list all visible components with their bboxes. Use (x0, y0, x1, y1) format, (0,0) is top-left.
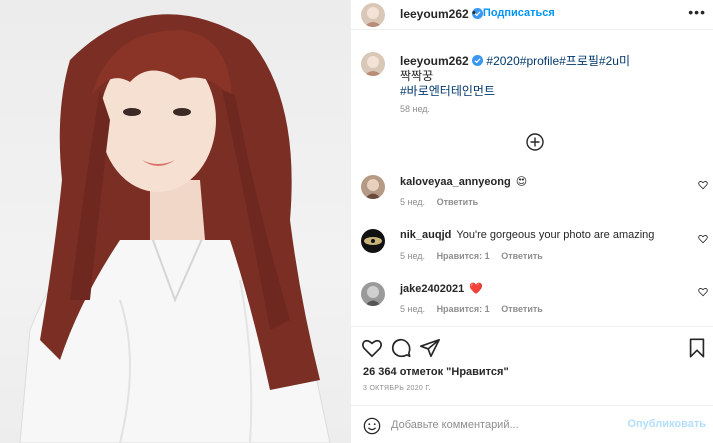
post-viewer: leeyoum262 • Подписаться ••• leeyoum262 … (0, 0, 713, 443)
post-header: leeyoum262 • Подписаться ••• (351, 0, 713, 30)
reply-button[interactable]: Ответить (501, 304, 543, 314)
share-send-icon[interactable] (419, 337, 441, 359)
comment-username[interactable]: nik_auqjd (400, 229, 451, 241)
comment-text: 😍 (515, 176, 528, 188)
comment-likes[interactable]: Нравится: 1 (437, 251, 490, 261)
emoji-icon[interactable] (363, 417, 381, 435)
comment-meta: 5 нед. Нравится: 1 Ответить (400, 304, 552, 314)
caption-username[interactable]: leeyoum262 (400, 54, 469, 68)
comment-item: kaloveyaa_annyeong 😍 5 нед. Ответить (351, 173, 713, 221)
reply-button[interactable]: Ответить (501, 251, 543, 261)
comment-body: kaloveyaa_annyeong 😍 (400, 175, 527, 188)
portrait-illustration (19, 14, 331, 443)
verified-badge-icon (472, 55, 484, 66)
more-dots-icon[interactable]: ••• (688, 4, 706, 20)
author-avatar[interactable] (361, 3, 385, 27)
comment-likes[interactable]: Нравится: 1 (437, 304, 490, 314)
post-date: 3 ОКТЯБРЬ 2020 Г. (363, 385, 431, 392)
comment-body: nik_auqjd You're gorgeous your photo are… (400, 229, 654, 241)
post-photo[interactable] (0, 0, 350, 443)
comment-item: nik_auqjd You're gorgeous your photo are… (351, 227, 713, 275)
bookmark-icon[interactable] (686, 337, 708, 359)
comment-item: jake2402021 ❤️ 5 нед. Нравится: 1 Ответи… (351, 280, 713, 328)
comment-time: 5 нед. (400, 251, 426, 261)
comment-text: ❤️ (469, 283, 483, 295)
action-bar (351, 326, 713, 366)
comment-username[interactable]: kaloveyaa_annyeong (400, 176, 511, 188)
plus-circle-icon[interactable] (526, 133, 544, 151)
add-comment-bar: Опубликовать (351, 405, 713, 443)
caption-hashtags[interactable]: #2020#profile#프로필#2u미 (486, 54, 630, 68)
author-username-row[interactable]: leeyoum262 (400, 7, 484, 21)
author-username[interactable]: leeyoum262 (400, 7, 469, 21)
comment-username[interactable]: jake2402021 (400, 283, 464, 295)
comment-text: You're gorgeous your photo are amazing (456, 229, 655, 241)
comment-time: 5 нед. (400, 304, 426, 314)
heart-outline-icon[interactable] (698, 234, 708, 244)
comment-time: 5 нед. (400, 197, 426, 207)
commenter-avatar[interactable] (361, 229, 385, 253)
comment-bubble-icon[interactable] (390, 337, 412, 359)
commenter-avatar[interactable] (361, 175, 385, 199)
publish-button[interactable]: Опубликовать (627, 418, 706, 430)
comment-meta: 5 нед. Ответить (400, 197, 487, 207)
caption-text: 짝짝꿍 (400, 69, 434, 83)
comment-body: jake2402021 ❤️ (400, 282, 483, 295)
heart-outline-icon[interactable] (698, 287, 708, 297)
follow-button[interactable]: Подписаться (483, 7, 555, 19)
post-caption: leeyoum262 #2020#profile#프로필#2u미 짝짝꿍 #바로… (400, 54, 700, 99)
follow-row: • Подписаться (472, 7, 555, 19)
reply-button[interactable]: Ответить (437, 197, 479, 207)
like-heart-icon[interactable] (361, 337, 383, 359)
likes-count[interactable]: 26 364 отметок "Нравится" (363, 366, 509, 378)
separator-dot: • (472, 7, 476, 19)
commenter-avatar[interactable] (361, 282, 385, 306)
heart-outline-icon[interactable] (698, 180, 708, 190)
caption-time: 58 нед. (400, 104, 431, 114)
caption-avatar[interactable] (361, 52, 385, 76)
comment-input[interactable] (391, 415, 631, 435)
post-details-panel: leeyoum262 • Подписаться ••• leeyoum262 … (350, 0, 713, 443)
comment-meta: 5 нед. Нравится: 1 Ответить (400, 251, 552, 261)
caption-hashtag-agency[interactable]: #바로엔터테인먼트 (400, 84, 700, 99)
